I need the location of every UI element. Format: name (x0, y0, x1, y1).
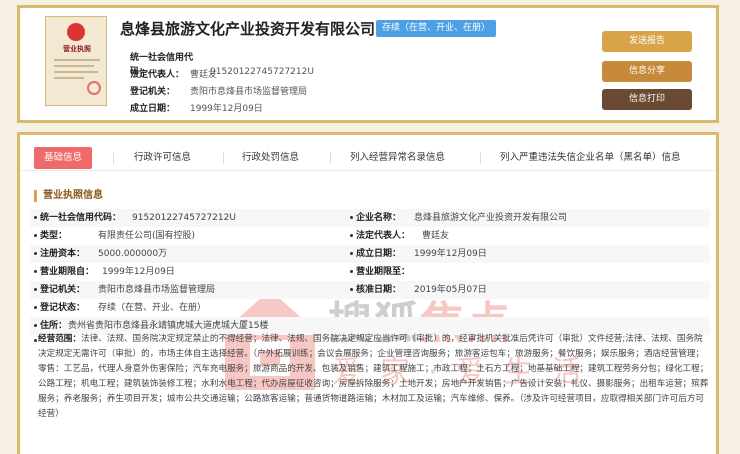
field-label: 法定代表人： (356, 231, 411, 241)
bullet-dot (350, 252, 353, 255)
authority-value: 贵阳市息烽县市场监督管理局 (190, 87, 308, 97)
field-term-to: 营业期限至： (356, 265, 422, 279)
print-info-button[interactable]: 信息打印 (602, 89, 692, 110)
field-value: 1999年12月09日 (102, 267, 175, 277)
field-label: 登记状态： (40, 303, 86, 313)
license-text-line (54, 65, 94, 67)
tab-divider (223, 152, 224, 164)
field-authority: 登记机关： 贵阳市息烽县市场监督管理局 (40, 283, 215, 297)
header-established-row: 成立日期： 1999年12月09日 (130, 102, 263, 116)
field-label: 注册资本： (40, 249, 86, 259)
field-established: 成立日期： 1999年12月09日 (356, 247, 487, 261)
field-label: 成立日期： (356, 249, 402, 259)
field-approval-date: 核准日期： 2019年05月07日 (356, 283, 487, 297)
field-value: 贵阳市息烽县市场监督管理局 (98, 285, 216, 295)
bullet-dot (34, 324, 37, 327)
bullet-dot (350, 288, 353, 291)
bullet-dot (350, 216, 353, 219)
tab-divider (330, 152, 331, 164)
legal-rep-value: 曹廷友 (190, 70, 218, 80)
field-value: 贵州省贵阳市息烽县永靖镇虎城大道虎城大厦15楼 (68, 321, 269, 331)
field-label: 营业期限自： (40, 267, 95, 277)
field-value: 91520122745727212U (132, 213, 236, 223)
authority-label: 登记机关： (130, 87, 176, 97)
tab-admin-license[interactable]: 行政许可信息 (134, 147, 191, 169)
field-label: 营业期限至： (356, 267, 411, 277)
field-label: 类型： (40, 231, 68, 241)
field-label: 企业名称： (356, 213, 402, 223)
established-value: 1999年12月09日 (190, 104, 263, 114)
field-term-from: 营业期限自： 1999年12月09日 (40, 265, 175, 279)
field-capital: 注册资本： 5000.000000万 (40, 247, 167, 261)
tab-divider (480, 152, 481, 164)
header-authority-row: 登记机关： 贵阳市息烽县市场监督管理局 (130, 85, 307, 99)
field-label: 经营范围： (38, 334, 81, 344)
license-text-line (54, 77, 84, 79)
company-header-card: 营业执照 息烽县旅游文化产业投资开发有限公司 存续（在营、开业、在册） 统一社会… (17, 5, 719, 123)
field-address: 住所：贵州省贵阳市息烽县永靖镇虎城大道虎城大厦15楼 (40, 319, 268, 333)
field-value: 2019年05月07日 (414, 285, 487, 295)
tab-basic-info[interactable]: 基础信息 (34, 147, 93, 169)
status-badge: 存续（在营、开业、在册） (376, 20, 497, 37)
send-report-button[interactable]: 发送报告 (602, 31, 692, 52)
bullet-dot (34, 216, 37, 219)
field-business-scope: 经营范围：法律、法规、国务院决定规定禁止的不得经营；法律、法规、国务院决定规定应… (38, 332, 710, 422)
red-stamp-icon (87, 81, 101, 95)
company-name-title: 息烽县旅游文化产业投资开发有限公司 (120, 20, 376, 38)
bullet-dot (34, 270, 37, 273)
bullet-dot (34, 288, 37, 291)
license-thumb-title: 营业执照 (63, 45, 91, 53)
field-label: 核准日期： (356, 285, 402, 295)
field-value: 5000.000000万 (98, 249, 168, 259)
national-emblem-icon (67, 23, 85, 41)
field-label: 登记机关： (40, 285, 86, 295)
field-label: 住所： (40, 321, 68, 331)
bullet-dot (350, 270, 353, 273)
license-text-line (54, 71, 98, 73)
field-value: 存续（在营、开业、在册） (98, 303, 207, 313)
bullet-dot (34, 306, 37, 309)
business-license-thumbnail[interactable]: 营业执照 (45, 16, 107, 106)
field-label: 统一社会信用代码： (40, 213, 122, 223)
header-legal-rep-row: 法定代表人： 曹廷友 (130, 68, 217, 82)
field-value: 息烽县旅游文化产业投资开发有限公司 (414, 213, 568, 223)
field-credit-code: 统一社会信用代码： 91520122745727212U (40, 211, 236, 225)
tab-divider (113, 152, 114, 164)
header-credit-code-row: 统一社会信用代码： 91520122745727212U (130, 51, 314, 77)
field-value: 法律、法规、国务院决定规定禁止的不得经营；法律、法规、国务院决定规定应当许可（审… (38, 334, 709, 419)
license-text-line (54, 59, 100, 61)
field-reg-status: 登记状态： 存续（在营、开业、在册） (40, 301, 206, 315)
established-label: 成立日期： (130, 104, 176, 114)
legal-rep-label: 法定代表人： (130, 70, 185, 80)
field-value: 1999年12月09日 (414, 249, 487, 259)
tab-admin-penalty[interactable]: 行政处罚信息 (242, 147, 299, 169)
field-type: 类型： 有限责任公司(国有控股) (40, 229, 195, 243)
tab-blacklist[interactable]: 列入严重违法失信企业名单（黑名单）信息 (500, 147, 681, 169)
info-tabs: 基础信息 行政许可信息 行政处罚信息 列入经营异常名录信息 列入严重违法失信企业… (20, 145, 716, 171)
share-info-button[interactable]: 信息分享 (602, 61, 692, 82)
field-company-name: 企业名称： 息烽县旅游文化产业投资开发有限公司 (356, 211, 567, 225)
tab-abnormal-operation[interactable]: 列入经营异常名录信息 (350, 147, 445, 169)
bullet-dot (34, 234, 37, 237)
bullet-dot (34, 339, 37, 342)
credit-code-value: 91520122745727212U (210, 67, 314, 77)
details-card: 基础信息 行政许可信息 行政处罚信息 列入经营异常名录信息 列入严重违法失信企业… (17, 132, 719, 454)
field-value: 曹廷友 (422, 231, 450, 241)
bullet-dot (34, 252, 37, 255)
field-legal-rep: 法定代表人： 曹廷友 (356, 229, 449, 243)
bullet-dot (350, 234, 353, 237)
field-value: 有限责任公司(国有控股) (98, 231, 196, 241)
section-title: 营业执照信息 (34, 190, 103, 202)
